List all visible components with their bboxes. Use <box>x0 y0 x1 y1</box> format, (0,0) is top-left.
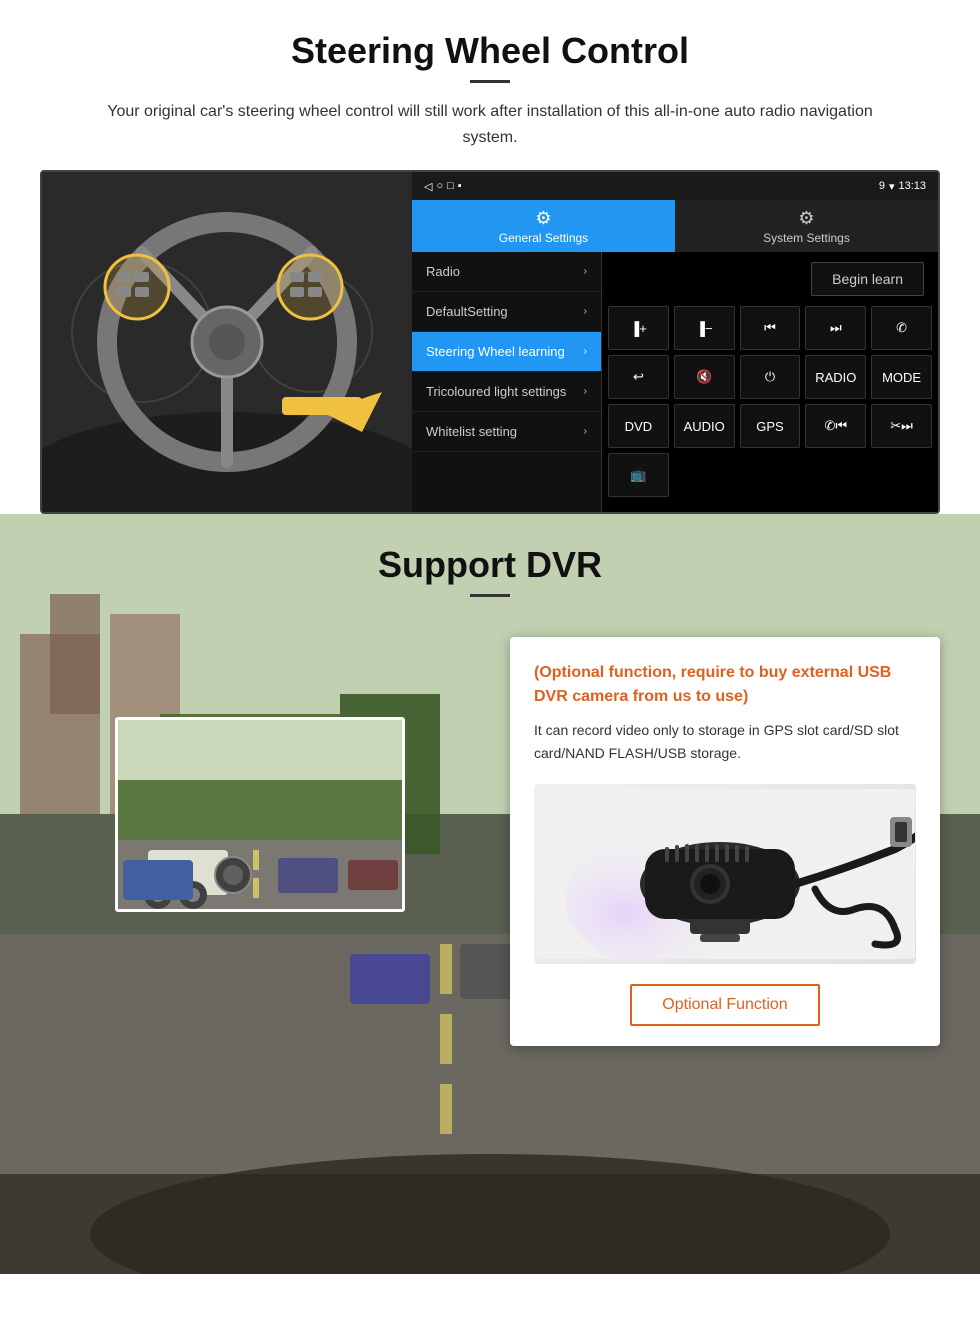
menu-item-tricoloured-label: Tricoloured light settings <box>426 384 566 399</box>
phone-icon: ✆ <box>896 320 907 336</box>
menu-item-default-setting[interactable]: DefaultSetting › <box>412 292 601 332</box>
back-nav-icon: ◁ <box>424 180 432 193</box>
audio-label: AUDIO <box>684 419 725 434</box>
recent-nav-icon: □ <box>447 180 454 192</box>
prev-icon: ⏮ <box>764 320 776 336</box>
section1-steering: Steering Wheel Control Your original car… <box>0 0 980 514</box>
steering-wheel-image <box>42 172 412 512</box>
vol-up-icon: ▐+ <box>630 321 647 336</box>
android-mockup: ◁ ○ □ ▪ 9 ▾ 13:13 ⚙ General Settings <box>40 170 940 514</box>
menu-item-whitelist-label: Whitelist setting <box>426 424 517 439</box>
section2-title: Support DVR <box>0 544 980 586</box>
tab-general-settings[interactable]: ⚙ General Settings <box>412 200 675 252</box>
control-buttons-grid: ▐+ ▐− ⏮ ⏭ ✆ ↩ 🔇 ⏻ RADIO MODE DVD AUDIO G… <box>608 306 932 497</box>
cut-next-icon: ✂⏭ <box>890 418 913 434</box>
chevron-icon: › <box>584 426 587 437</box>
chevron-icon: › <box>584 386 587 397</box>
android-tabs: ⚙ General Settings ⚙ System Settings <box>412 200 938 252</box>
section1-title: Steering Wheel Control <box>40 30 940 72</box>
menu-item-whitelist[interactable]: Whitelist setting › <box>412 412 601 452</box>
back-btn[interactable]: ↩ <box>608 355 669 399</box>
android-ui-panel: ◁ ○ □ ▪ 9 ▾ 13:13 ⚙ General Settings <box>412 172 938 512</box>
vol-down-btn[interactable]: ▐− <box>674 306 735 350</box>
phone-btn[interactable]: ✆ <box>871 306 932 350</box>
optional-function-btn-container: Optional Function <box>534 984 916 1026</box>
dvr-camera-image <box>534 784 916 964</box>
section2-header: Support DVR <box>0 514 980 617</box>
vol-down-icon: ▐− <box>696 321 713 336</box>
general-settings-icon: ⚙ <box>535 208 551 229</box>
dvr-camera-svg <box>535 789 915 959</box>
tab-system-settings[interactable]: ⚙ System Settings <box>675 200 938 252</box>
chevron-icon: › <box>584 346 587 357</box>
android-statusbar: ◁ ○ □ ▪ 9 ▾ 13:13 <box>412 172 938 200</box>
next-icon: ⏭ <box>830 320 842 336</box>
statusbar-nav-icons: ◁ ○ □ ▪ <box>424 180 462 193</box>
section2-body: (Optional function, require to buy exter… <box>0 617 980 1066</box>
tab-general-label: General Settings <box>499 231 588 245</box>
android-content: Radio › DefaultSetting › Steering Wheel … <box>412 252 938 512</box>
radio-label: RADIO <box>815 370 856 385</box>
prev-btn[interactable]: ⏮ <box>740 306 801 350</box>
statusbar-status-icons: 9 ▾ 13:13 <box>879 180 926 193</box>
steering-wheel-inner <box>42 172 412 512</box>
dvd-btn[interactable]: DVD <box>608 404 669 448</box>
phone-prev-icon: ✆⏮ <box>824 418 847 434</box>
menu-item-steering-label: Steering Wheel learning <box>426 344 565 359</box>
cut-next-btn[interactable]: ✂⏭ <box>871 404 932 448</box>
power-icon: ⏻ <box>765 369 775 385</box>
dvr-thumbnail <box>115 717 405 912</box>
dvr-description: It can record video only to storage in G… <box>534 719 916 764</box>
wifi-icon: ▾ <box>889 180 895 193</box>
tv-icon: 📺 <box>630 467 646 483</box>
tv-btn[interactable]: 📺 <box>608 453 669 497</box>
radio-btn[interactable]: RADIO <box>805 355 866 399</box>
time-display: 13:13 <box>898 180 926 192</box>
mode-btn[interactable]: MODE <box>871 355 932 399</box>
mute-btn[interactable]: 🔇 <box>674 355 735 399</box>
gps-btn[interactable]: GPS <box>740 404 801 448</box>
dvr-info-card: (Optional function, require to buy exter… <box>510 637 940 1046</box>
chevron-icon: › <box>584 306 587 317</box>
dvd-label: DVD <box>625 419 652 434</box>
audio-btn[interactable]: AUDIO <box>674 404 735 448</box>
dvr-optional-title: (Optional function, require to buy exter… <box>534 661 916 709</box>
section1-subtitle: Your original car's steering wheel contr… <box>80 99 900 150</box>
mode-label: MODE <box>882 370 921 385</box>
menu-item-default-label: DefaultSetting <box>426 304 508 319</box>
menu-item-radio[interactable]: Radio › <box>412 252 601 292</box>
section1-divider <box>470 80 510 83</box>
control-panel: Begin learn ▐+ ▐− ⏮ ⏭ ✆ ↩ 🔇 ⏻ RADIO MODE <box>602 252 938 512</box>
menu-item-radio-label: Radio <box>426 264 460 279</box>
mute-icon: 🔇 <box>696 369 712 385</box>
begin-learn-button[interactable]: Begin learn <box>811 262 924 296</box>
phone-prev-btn[interactable]: ✆⏮ <box>805 404 866 448</box>
menu-item-tricoloured[interactable]: Tricoloured light settings › <box>412 372 601 412</box>
power-btn[interactable]: ⏻ <box>740 355 801 399</box>
dvr-thumbnail-svg <box>118 720 405 912</box>
back-icon: ↩ <box>633 369 644 385</box>
vol-up-btn[interactable]: ▐+ <box>608 306 669 350</box>
steering-wheel-svg <box>42 172 412 512</box>
tab-system-label: System Settings <box>763 231 850 245</box>
system-settings-icon: ⚙ <box>798 208 814 229</box>
optional-function-button[interactable]: Optional Function <box>630 984 819 1026</box>
next-btn[interactable]: ⏭ <box>805 306 866 350</box>
home-nav-icon: ○ <box>436 180 443 192</box>
dvr-left-column <box>40 637 480 912</box>
begin-learn-row: Begin learn <box>608 258 932 300</box>
menu-item-steering-wheel[interactable]: Steering Wheel learning › <box>412 332 601 372</box>
menu-list: Radio › DefaultSetting › Steering Wheel … <box>412 252 602 512</box>
chevron-icon: › <box>584 266 587 277</box>
section2-divider <box>470 594 510 597</box>
signal-icon: 9 <box>879 180 885 192</box>
section2-dvr: Support DVR <box>0 514 980 1274</box>
menu-nav-icon: ▪ <box>458 180 462 192</box>
gps-label: GPS <box>756 419 783 434</box>
